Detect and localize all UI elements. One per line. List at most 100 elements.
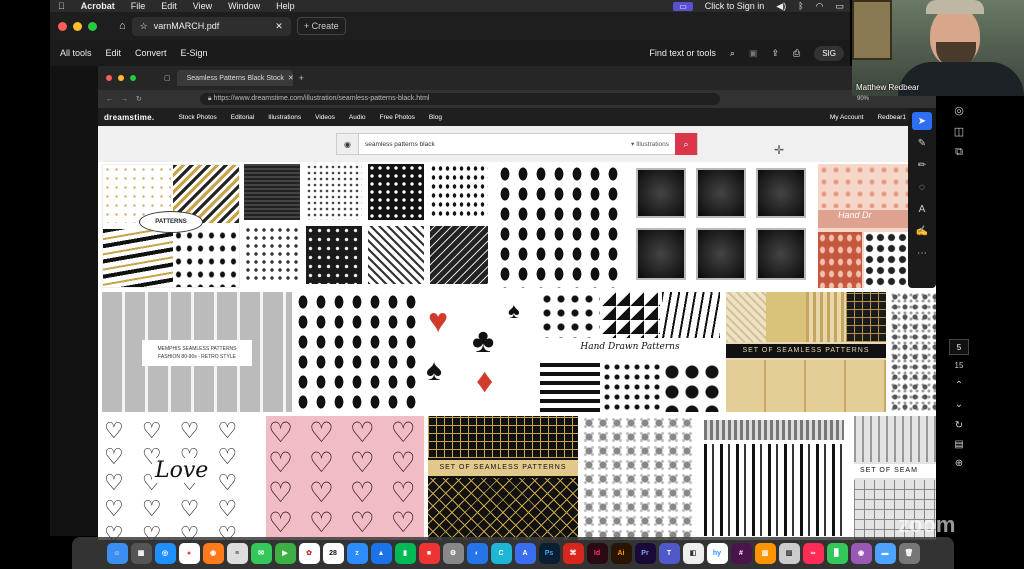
menu-help[interactable]: Help bbox=[276, 1, 295, 11]
sign-in-button[interactable]: SIG bbox=[814, 45, 844, 61]
zoom-in-icon[interactable]: ⊕ bbox=[944, 458, 974, 469]
books-icon[interactable]: ▥ bbox=[754, 542, 776, 564]
current-page-field[interactable]: 5 bbox=[949, 339, 969, 355]
numbers-icon[interactable]: ▮ bbox=[394, 542, 416, 564]
podcasts-icon[interactable]: ◉ bbox=[850, 542, 872, 564]
search-button[interactable]: ⌕ bbox=[675, 133, 697, 155]
nav-username[interactable]: Redbear1 bbox=[877, 114, 906, 121]
finder-icon[interactable]: ☺ bbox=[106, 542, 128, 564]
minimize-window-icon[interactable] bbox=[118, 75, 124, 81]
numbers-icon[interactable]: ▊ bbox=[826, 542, 848, 564]
pattern-tile[interactable] bbox=[496, 164, 626, 288]
all-tools-button[interactable]: All tools bbox=[60, 48, 92, 58]
menu-app-name[interactable]: Acrobat bbox=[81, 1, 115, 11]
menu-file[interactable]: File bbox=[131, 1, 146, 11]
messages-icon[interactable]: ✉ bbox=[250, 542, 272, 564]
illustrator-icon[interactable]: Ai bbox=[610, 542, 632, 564]
upload-icon[interactable]: ⇪ bbox=[771, 48, 779, 59]
nav-stock-photos[interactable]: Stock Photos bbox=[178, 114, 216, 121]
battery-icon[interactable]: ▭ bbox=[835, 1, 844, 12]
more-tools-icon[interactable]: ⋯ bbox=[912, 244, 932, 262]
maximize-window-icon[interactable] bbox=[130, 75, 136, 81]
close-window-icon[interactable] bbox=[58, 21, 67, 31]
nav-my-account[interactable]: My Account bbox=[830, 114, 864, 121]
pattern-tile[interactable]: ♡ ♡ ♡ ♡ ♡ ♡ ♡ ♡ ♡ ♡ ♡ ♡ ♡ ♡ ♡ ♡ ♡ ♡ bbox=[266, 416, 424, 540]
pattern-tile[interactable]: ♥ ♣ ♠ ♦ ♠ bbox=[420, 292, 538, 412]
pattern-tile[interactable]: Hand Drawn Patterns bbox=[540, 292, 720, 412]
trash-icon[interactable]: 🗑︎ bbox=[898, 542, 920, 564]
create-tab-button[interactable]: + Create bbox=[296, 17, 346, 35]
close-tab-icon[interactable]: ✕ bbox=[275, 21, 283, 32]
pattern-tile[interactable]: MEMPHIS SEAMLESS PATTERNS FASHION 80-90s… bbox=[102, 292, 292, 412]
search-filter-select[interactable]: ▾ Illustrations bbox=[631, 140, 675, 148]
minimize-window-icon[interactable] bbox=[73, 21, 82, 31]
back-icon[interactable]: ← bbox=[106, 96, 113, 103]
ai-assistant-icon[interactable]: ◎ bbox=[944, 104, 974, 117]
pattern-tile[interactable]: ♡ ♡ ♡ ♡ ♡ ♡ ♡ ♡ ♡ ♡ ♡ ♡ ♡ ♡ ♡ ♡ ♡ ♡ ♡ ♡ … bbox=[102, 416, 262, 540]
print-icon[interactable]: ⎙ bbox=[793, 48, 800, 59]
page-up-icon[interactable]: ⌃ bbox=[944, 380, 974, 391]
tab-overview-icon[interactable]: ▢ bbox=[164, 74, 171, 82]
save-icon[interactable]: ▣ bbox=[749, 48, 758, 59]
photos-icon[interactable]: ✿ bbox=[298, 542, 320, 564]
nav-illustrations[interactable]: Illustrations bbox=[268, 114, 301, 121]
bluetooth-icon[interactable]: ᛒ bbox=[798, 1, 803, 11]
pattern-tile[interactable] bbox=[582, 416, 696, 540]
preview-icon[interactable]: ◐ bbox=[466, 542, 488, 564]
browser-tab[interactable]: Seamless Patterns Black Stock ✕ bbox=[176, 70, 293, 86]
pages-icon[interactable]: ⧉ bbox=[944, 146, 974, 159]
click-to-sign-in[interactable]: Click to Sign in bbox=[705, 1, 765, 11]
pattern-tile[interactable]: SET OF SEAMLESS PATTERNS bbox=[726, 292, 886, 412]
pen-tool-icon[interactable]: ✏ bbox=[912, 156, 932, 174]
pattern-tile[interactable] bbox=[700, 416, 850, 540]
url-field[interactable]: 🔒︎ https://www.dreamstime.com/illustrati… bbox=[199, 93, 720, 105]
facetime-icon[interactable]: ▶ bbox=[274, 542, 296, 564]
folder-icon[interactable]: ▬ bbox=[874, 542, 896, 564]
document-tab[interactable]: ☆ varnMARCH.pdf ✕ bbox=[131, 16, 291, 36]
app-icon[interactable]: ▨ bbox=[778, 542, 800, 564]
nav-audio[interactable]: Audio bbox=[349, 114, 366, 121]
creative-cloud-icon[interactable]: ∞ bbox=[802, 542, 824, 564]
search-input[interactable]: seamless patterns black bbox=[359, 141, 631, 148]
wifi-icon[interactable]: ◠ bbox=[816, 1, 824, 12]
search-icon[interactable]: ⌕ bbox=[730, 48, 735, 59]
site-logo[interactable]: dreamstime. bbox=[104, 113, 154, 122]
system-settings-icon[interactable]: ⚙ bbox=[442, 542, 464, 564]
save-page-icon[interactable]: ▤ bbox=[944, 439, 974, 450]
new-tab-icon[interactable]: + bbox=[299, 73, 304, 83]
pattern-tile[interactable] bbox=[890, 292, 936, 412]
pattern-tile[interactable]: Hand Dr bbox=[818, 164, 908, 288]
rotate-icon[interactable]: ↻ bbox=[944, 420, 974, 431]
close-window-icon[interactable] bbox=[106, 75, 112, 81]
pattern-tile[interactable] bbox=[294, 292, 416, 412]
bookmark-icon[interactable]: ◫ bbox=[944, 125, 974, 138]
select-tool-icon[interactable]: ➤ bbox=[912, 112, 932, 130]
app-icon[interactable]: ■ bbox=[418, 542, 440, 564]
text-tool-icon[interactable]: A bbox=[912, 200, 932, 218]
premiere-icon[interactable]: Pr bbox=[634, 542, 656, 564]
edit-button[interactable]: Edit bbox=[106, 48, 122, 58]
calendar-icon[interactable]: 28 bbox=[322, 542, 344, 564]
pattern-tile[interactable] bbox=[244, 164, 488, 288]
menu-window[interactable]: Window bbox=[228, 1, 260, 11]
screen-record-icon[interactable]: ▭ bbox=[673, 1, 693, 11]
keynote-icon[interactable]: ▲ bbox=[370, 542, 392, 564]
pattern-tile[interactable] bbox=[632, 164, 812, 288]
safari-icon[interactable]: ◎ bbox=[154, 542, 176, 564]
volume-icon[interactable]: ◀) bbox=[776, 1, 786, 12]
star-icon[interactable]: ☆ bbox=[140, 21, 148, 32]
menu-view[interactable]: View bbox=[193, 1, 212, 11]
nav-videos[interactable]: Videos bbox=[315, 114, 335, 121]
highlight-tool-icon[interactable]: ◌ bbox=[912, 178, 932, 196]
photoshop-icon[interactable]: Ps bbox=[538, 542, 560, 564]
pattern-tile[interactable]: PATTERNS bbox=[102, 164, 240, 288]
page-down-icon[interactable]: ⌄ bbox=[944, 399, 974, 410]
eye-icon[interactable]: ◉ bbox=[337, 134, 359, 154]
close-tab-icon[interactable]: ✕ bbox=[288, 74, 293, 82]
reload-icon[interactable]: ↻ bbox=[136, 95, 142, 103]
forward-icon[interactable]: → bbox=[121, 96, 128, 103]
find-text-or-tools[interactable]: Find text or tools bbox=[649, 48, 716, 58]
indesign-icon[interactable]: Id bbox=[586, 542, 608, 564]
comment-tool-icon[interactable]: ✎ bbox=[912, 134, 932, 152]
app-icon[interactable]: ◧ bbox=[682, 542, 704, 564]
